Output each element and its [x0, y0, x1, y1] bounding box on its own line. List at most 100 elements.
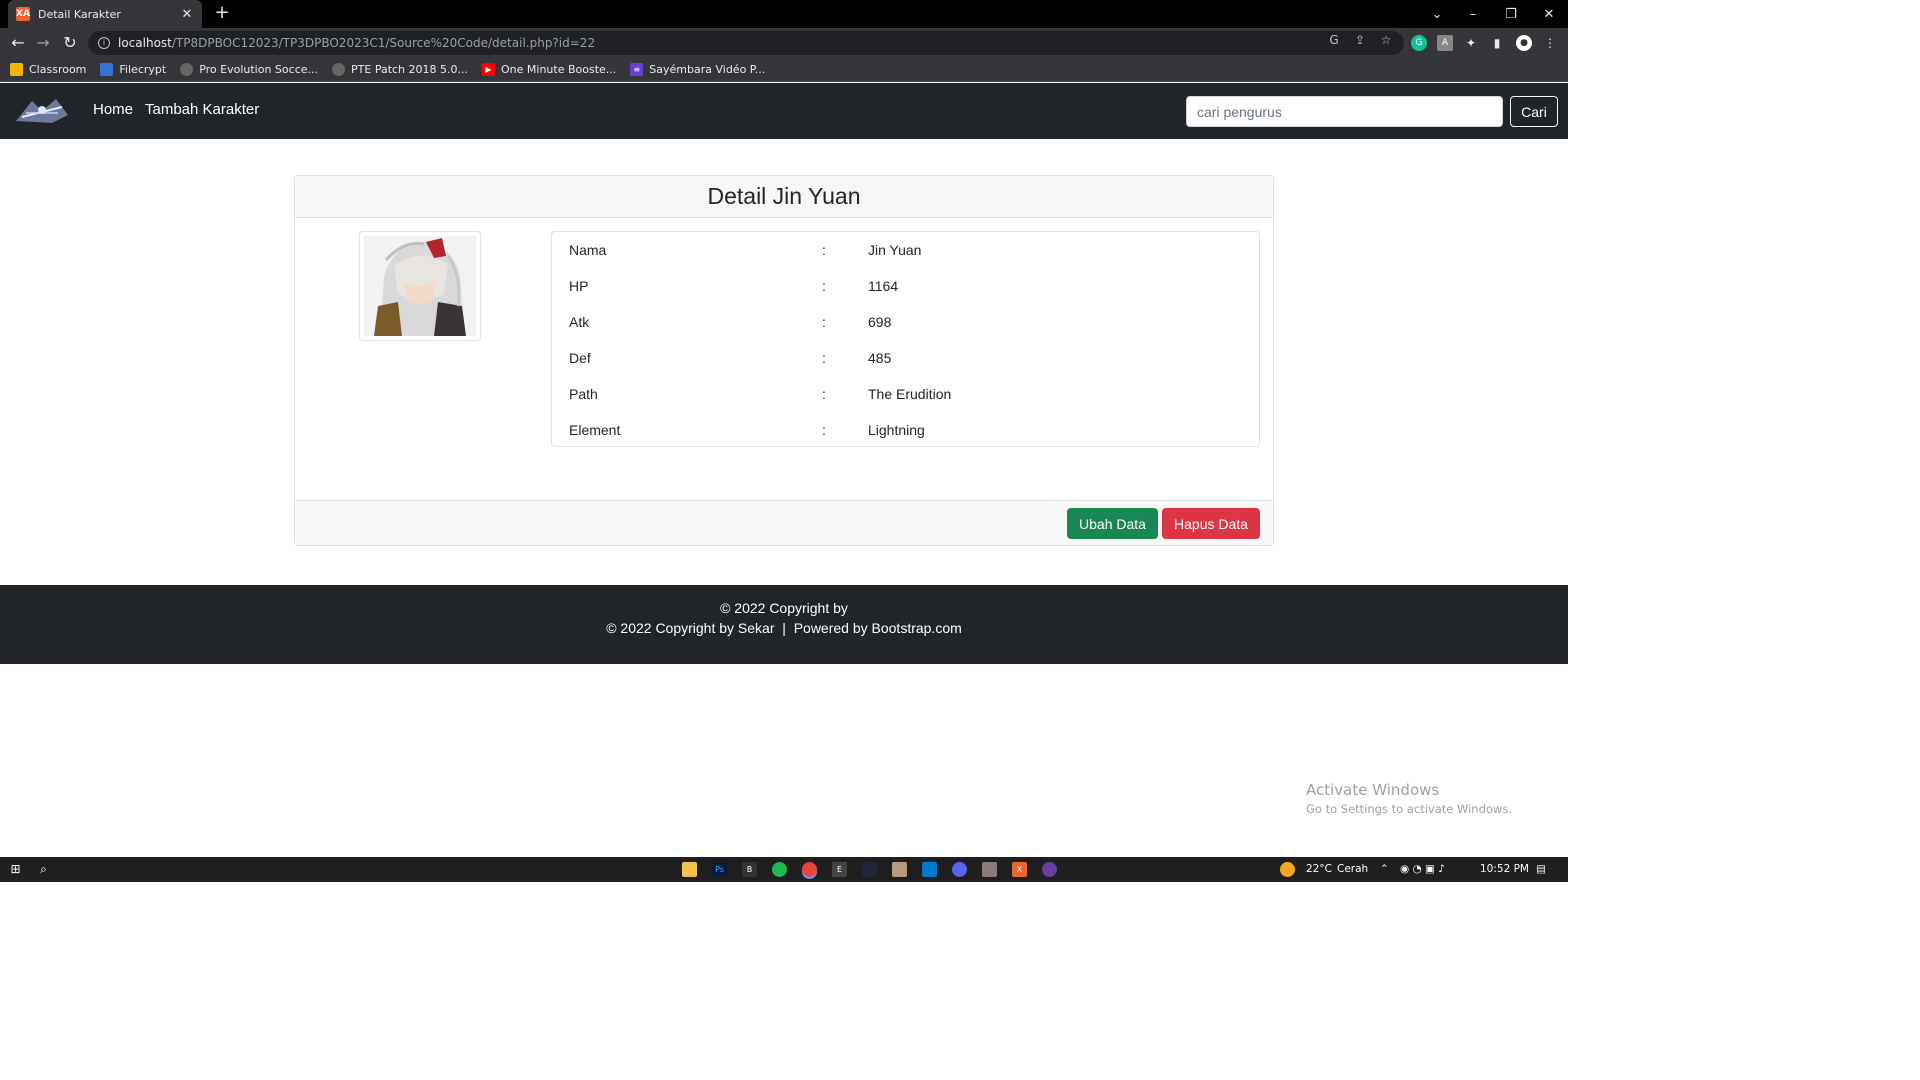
back-arrow-icon[interactable]: ← [8, 33, 28, 53]
new-tab-plus-icon[interactable]: + [212, 3, 232, 23]
card-footer: Ubah Data Hapus Data [295, 500, 1273, 545]
browser-toolbar: ← → ↻ i localhost/TP8DPBOC12023/TP3DPBO2… [0, 28, 1568, 58]
forward-arrow-icon[interactable]: → [33, 33, 53, 53]
chrome-icon[interactable] [802, 862, 817, 877]
card-title: Detail Jin Yuan [707, 183, 861, 209]
bookmark-item[interactable]: Filecrypt [100, 63, 166, 76]
info-row-atk: Atk : 698 [552, 304, 1259, 340]
share-icon[interactable]: ⇪ [1352, 32, 1368, 48]
restore-icon[interactable]: ❐ [1492, 0, 1530, 28]
notifications-icon[interactable]: ▤ [1536, 863, 1546, 875]
field-label: Def [569, 350, 591, 366]
search-icon[interactable]: ⌕ [36, 862, 51, 877]
globe-icon [180, 63, 194, 76]
delete-button[interactable]: Hapus Data [1162, 508, 1260, 539]
tray-icons[interactable]: ◉ ◔ ▣ ♪ [1400, 863, 1445, 875]
activate-windows-watermark: Activate Windows Go to Settings to activ… [1306, 781, 1512, 816]
classroom-icon [10, 63, 23, 76]
footer-credits: © 2022 Copyright by Sekar | Powered by B… [606, 620, 962, 636]
tab-detail-karakter[interactable]: XA Detail Karakter ✕ [8, 0, 202, 28]
extension-icon[interactable]: A [1437, 35, 1453, 51]
search-button[interactable]: Cari [1510, 96, 1558, 127]
reload-icon[interactable]: ↻ [60, 33, 80, 53]
game-icon[interactable] [892, 862, 907, 877]
field-value: 698 [868, 314, 892, 330]
nav-link-home[interactable]: Home [93, 101, 133, 118]
field-label: HP [569, 278, 589, 294]
weather-icon[interactable] [1280, 862, 1295, 877]
bookmark-item[interactable]: Pro Evolution Socce... [180, 63, 318, 76]
app-icon[interactable]: B [742, 862, 757, 877]
tray-chevron-icon[interactable]: ⌃ [1380, 863, 1389, 875]
bookmark-item[interactable]: ▶ One Minute Booste... [482, 63, 616, 76]
menu-kebab-icon[interactable]: ⋮ [1542, 35, 1558, 51]
field-value: The Erudition [868, 386, 952, 402]
character-info-table: Nama : Jin Yuan HP : 1164 Atk : 698 Def … [551, 231, 1260, 447]
field-label: Path [569, 386, 598, 402]
close-window-icon[interactable]: ✕ [1530, 0, 1568, 28]
weather-desc[interactable]: Cerah [1337, 863, 1368, 875]
info-row-path: Path : The Erudition [552, 376, 1259, 412]
steam-icon[interactable] [862, 862, 877, 877]
weather-temp[interactable]: 22°C [1306, 863, 1332, 875]
globe-icon [332, 63, 346, 76]
browser-window: XA Detail Karakter ✕ + ⌄ – ❐ ✕ ← → ↻ i l… [0, 0, 1568, 882]
field-value: 1164 [868, 278, 899, 294]
info-row-hp: HP : 1164 [552, 268, 1259, 304]
bookmark-item[interactable]: PTE Patch 2018 5.0... [332, 63, 468, 76]
field-label: Atk [569, 314, 590, 330]
address-bar[interactable]: i localhost/TP8DPBOC12023/TP3DPBO2023C1/… [88, 31, 1404, 55]
spotify-icon[interactable] [772, 862, 787, 877]
discord-icon[interactable] [952, 862, 967, 877]
search-input[interactable] [1186, 96, 1503, 127]
clock-time[interactable]: 10:52 PM [1480, 863, 1529, 875]
app-icon[interactable] [982, 862, 997, 877]
field-separator: : [822, 386, 826, 402]
watermark-title: Activate Windows [1306, 781, 1440, 799]
vscode-icon[interactable] [922, 862, 937, 877]
field-separator: : [822, 314, 826, 330]
card-header: Detail Jin Yuan [295, 176, 1273, 218]
app-icon[interactable] [1042, 862, 1057, 877]
site-footer: © 2022 Copyright by © 2022 Copyright by … [0, 585, 1568, 664]
bookmark-item[interactable]: ≡ Sayémbara Vidéo P... [630, 63, 765, 76]
tab-search-chevron-icon[interactable]: ⌄ [1418, 0, 1456, 28]
edit-button[interactable]: Ubah Data [1067, 508, 1158, 539]
grammarly-extension-icon[interactable]: G [1411, 35, 1427, 51]
windows-taskbar: ⊞ ⌕ Ps B E X 22°C Cerah ⌃ ◉ ◔ ▣ ♪ 10:52 … [0, 857, 1568, 882]
footer-copyright: © 2022 Copyright by [720, 600, 848, 616]
field-separator: : [822, 422, 826, 438]
field-value: Jin Yuan [868, 242, 922, 258]
info-row-nama: Nama : Jin Yuan [552, 232, 1259, 268]
windows-start-icon[interactable]: ⊞ [8, 862, 23, 877]
info-row-element: Element : Lightning [552, 412, 1259, 448]
field-label: Element [569, 422, 621, 438]
xampp-icon[interactable]: X [1012, 862, 1027, 877]
profile-avatar-icon[interactable]: ● [1516, 35, 1532, 51]
web-page: Home Tambah Karakter Cari Detail Jin Yua… [0, 83, 1568, 857]
url-path: /TP8DPBOC12023/TP3DPBO2023C1/Source%20Co… [171, 36, 596, 50]
field-separator: : [822, 350, 826, 366]
side-panel-icon[interactable]: ▮ [1489, 35, 1505, 51]
photoshop-icon[interactable]: Ps [712, 862, 727, 877]
google-lens-icon[interactable]: G [1326, 32, 1342, 48]
list-icon: ≡ [630, 63, 644, 76]
youtube-icon: ▶ [482, 63, 495, 76]
close-tab-icon[interactable]: ✕ [180, 7, 194, 22]
file-explorer-icon[interactable] [682, 862, 697, 877]
xampp-favicon-icon: XA [16, 7, 30, 21]
minimize-icon[interactable]: – [1454, 0, 1492, 28]
site-logo[interactable] [12, 95, 72, 127]
bookmark-item[interactable]: Classroom [10, 63, 86, 76]
site-info-icon[interactable]: i [98, 37, 110, 49]
field-value: 485 [868, 350, 892, 366]
info-row-def: Def : 485 [552, 340, 1259, 376]
url-host: localhost [118, 36, 172, 50]
nav-link-tambah-karakter[interactable]: Tambah Karakter [145, 101, 259, 118]
tab-title: Detail Karakter [38, 7, 121, 21]
extensions-puzzle-icon[interactable]: ✦ [1463, 35, 1479, 51]
field-label: Nama [569, 242, 607, 258]
filecrypt-icon [100, 63, 114, 76]
bookmark-star-icon[interactable]: ☆ [1378, 32, 1394, 48]
app-icon[interactable]: E [832, 862, 847, 877]
